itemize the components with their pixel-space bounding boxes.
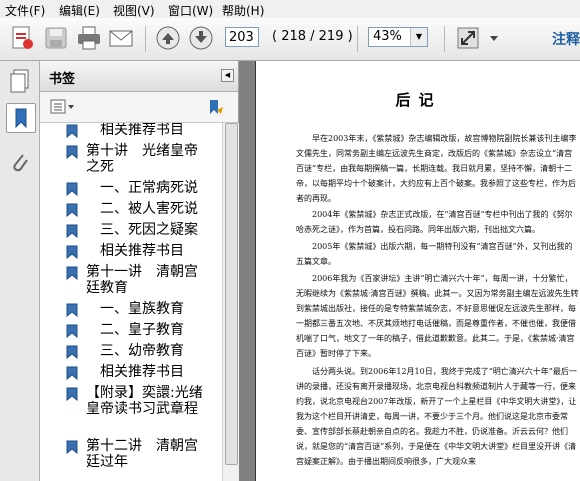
paragraph: 早在2003年末，《紫禁城》杂志编辑改版，故宫博物院副院长兼该刊主编李文儒先生，…	[296, 134, 577, 203]
bookmark-label: 三、死因之疑案	[100, 222, 198, 238]
navigation-rail	[0, 61, 40, 481]
pages-icon[interactable]	[6, 67, 34, 95]
paragraph: 2005年《紫禁城》出版六期，每一期特刊没有“清宫百谜”外，又刊出我的五篇文章。	[296, 242, 573, 266]
bookmark-item[interactable]: 第十讲 光绪皇帝之死	[66, 143, 210, 175]
toolbar-separator	[145, 26, 146, 52]
toolbar: 203 ( 218 / 219 ) 43% ▼ 注释	[0, 18, 580, 61]
page-title: 后记	[395, 91, 442, 109]
bookmark-icon	[66, 345, 78, 360]
options-menu-icon[interactable]	[50, 99, 76, 115]
menu-file[interactable]: 文件(F)	[5, 2, 45, 19]
zoom-select[interactable]: 43% ▼	[368, 27, 428, 47]
bookmark-label: 第十讲 光绪皇帝之死	[86, 143, 198, 175]
bookmarks-header: 书签 ◀	[40, 61, 238, 92]
bookmark-item[interactable]: 一、皇族教育	[66, 301, 210, 318]
page-up-icon[interactable]	[154, 24, 182, 52]
attachments-icon[interactable]	[6, 149, 34, 177]
bookmark-item[interactable]: 第十二讲 清朝宫廷过年	[66, 438, 210, 470]
bookmark-icon	[66, 124, 78, 139]
bookmarks-toolbar	[40, 92, 238, 123]
print-icon[interactable]	[75, 24, 103, 52]
bookmark-icon	[66, 224, 78, 239]
bookmark-item[interactable]: 相关推荐书目	[66, 364, 210, 381]
bookmark-icon	[66, 203, 78, 218]
bookmarks-panel: 书签 ◀ 相关推荐书目 第十讲 光绪皇帝之死 一、正常病死说 二、被人害死说 三、死因之…	[40, 61, 239, 481]
scrollbar-thumb[interactable]	[225, 123, 238, 465]
bookmark-item[interactable]: 第十一讲 清朝宫廷教育	[66, 264, 210, 296]
paragraph: 话分两头说。到2006年12月10日，我终于完成了“明亡清兴六十年”最后一讲的录…	[296, 367, 577, 466]
bookmark-item[interactable]: 二、被人害死说	[66, 201, 210, 218]
collapse-panel-icon[interactable]: ◀	[221, 69, 234, 82]
menu-bar: 文件(F) 编辑(E) 视图(V) 窗口(W) 帮助(H)	[0, 0, 580, 19]
fit-page-icon[interactable]	[454, 24, 482, 52]
bookmark-icon	[66, 324, 78, 339]
chevron-down-icon[interactable]: ▼	[410, 28, 427, 46]
page-count: ( 218 / 219 )	[272, 29, 353, 44]
bookmark-label: 相关推荐书目	[100, 243, 184, 259]
bookmark-item[interactable]: 相关推荐书目	[66, 243, 210, 260]
bookmark-label: 三、幼帝教育	[100, 343, 184, 359]
menu-edit[interactable]: 编辑(E)	[59, 2, 100, 19]
bookmark-label: 相关推荐书目	[100, 364, 184, 380]
menu-window[interactable]: 窗口(W)	[168, 2, 213, 19]
bookmark-label: 一、皇族教育	[100, 301, 184, 317]
bookmark-icon	[66, 266, 78, 281]
zoom-value: 43%	[373, 29, 402, 44]
bookmark-icon	[66, 366, 78, 381]
bookmark-item[interactable]: 三、幼帝教育	[66, 343, 210, 360]
more-tools-chevron-icon[interactable]	[487, 24, 501, 52]
create-pdf-icon[interactable]	[8, 24, 36, 52]
paragraph: 2004年《紫禁城》杂志正式改版，在“清宫百谜”专栏中刊出了我的《努尔哈赤死之谜…	[296, 210, 573, 234]
bookmark-item[interactable]: 二、皇子教育	[66, 322, 210, 339]
bookmark-label: 二、皇子教育	[100, 322, 184, 338]
document-view: 后记 早在2003年末，《紫禁城》杂志编辑改版，故宫博物院副院长兼该刊主编李文儒…	[239, 61, 580, 481]
expand-bookmark-icon[interactable]	[205, 97, 225, 117]
bookmark-icon	[66, 440, 78, 455]
bookmark-label: 一、正常病死说	[100, 180, 198, 196]
bookmark-item[interactable]: 相关推荐书目	[66, 123, 210, 139]
menu-view[interactable]: 视图(V)	[113, 2, 155, 19]
bookmark-icon	[66, 303, 78, 318]
menu-help[interactable]: 帮助(H)	[222, 2, 264, 19]
bookmark-item[interactable]: 一、正常病死说	[66, 180, 210, 197]
bookmark-item[interactable]: 三、死因之疑案	[66, 222, 210, 239]
bookmark-scrollbar[interactable]	[222, 123, 239, 481]
save-icon[interactable]	[42, 24, 70, 52]
bookmarks-title: 书签	[49, 72, 76, 87]
bookmark-label: 第十二讲 清朝宫廷过年	[86, 438, 198, 470]
toolbar-separator	[357, 26, 358, 52]
page-down-icon[interactable]	[187, 24, 215, 52]
page-number-input[interactable]: 203	[225, 27, 259, 47]
bookmark-icon	[66, 387, 78, 402]
bookmark-icon	[66, 245, 78, 260]
bookmark-label: 【附录】奕譞:光绪皇帝读书习武章程	[86, 385, 203, 417]
bookmark-label: 相关推荐书目	[100, 123, 184, 138]
toolbar-separator	[444, 26, 445, 52]
bookmark-label: 第十一讲 清朝宫廷教育	[86, 264, 198, 296]
bookmark-list: 相关推荐书目 第十讲 光绪皇帝之死 一、正常病死说 二、被人害死说 三、死因之疑案 相关推…	[40, 123, 222, 481]
email-icon[interactable]	[107, 24, 135, 52]
bookmark-icon	[66, 182, 78, 197]
bookmarks-icon[interactable]	[6, 103, 36, 133]
bookmark-icon	[66, 145, 78, 160]
document-page: 后记 早在2003年末，《紫禁城》杂志编辑改版，故宫博物院副院长兼该刊主编李文儒…	[255, 61, 580, 481]
paragraph: 2006年我为《百家讲坛》主讲“明亡清兴六十年”，每周一讲，十分繁忙，无暇继续为…	[296, 274, 579, 358]
bookmark-label: 二、被人害死说	[100, 201, 198, 217]
comment-tab[interactable]: 注释	[552, 29, 580, 49]
bookmark-item[interactable]: 【附录】奕譞:光绪皇帝读书习武章程	[66, 385, 210, 417]
